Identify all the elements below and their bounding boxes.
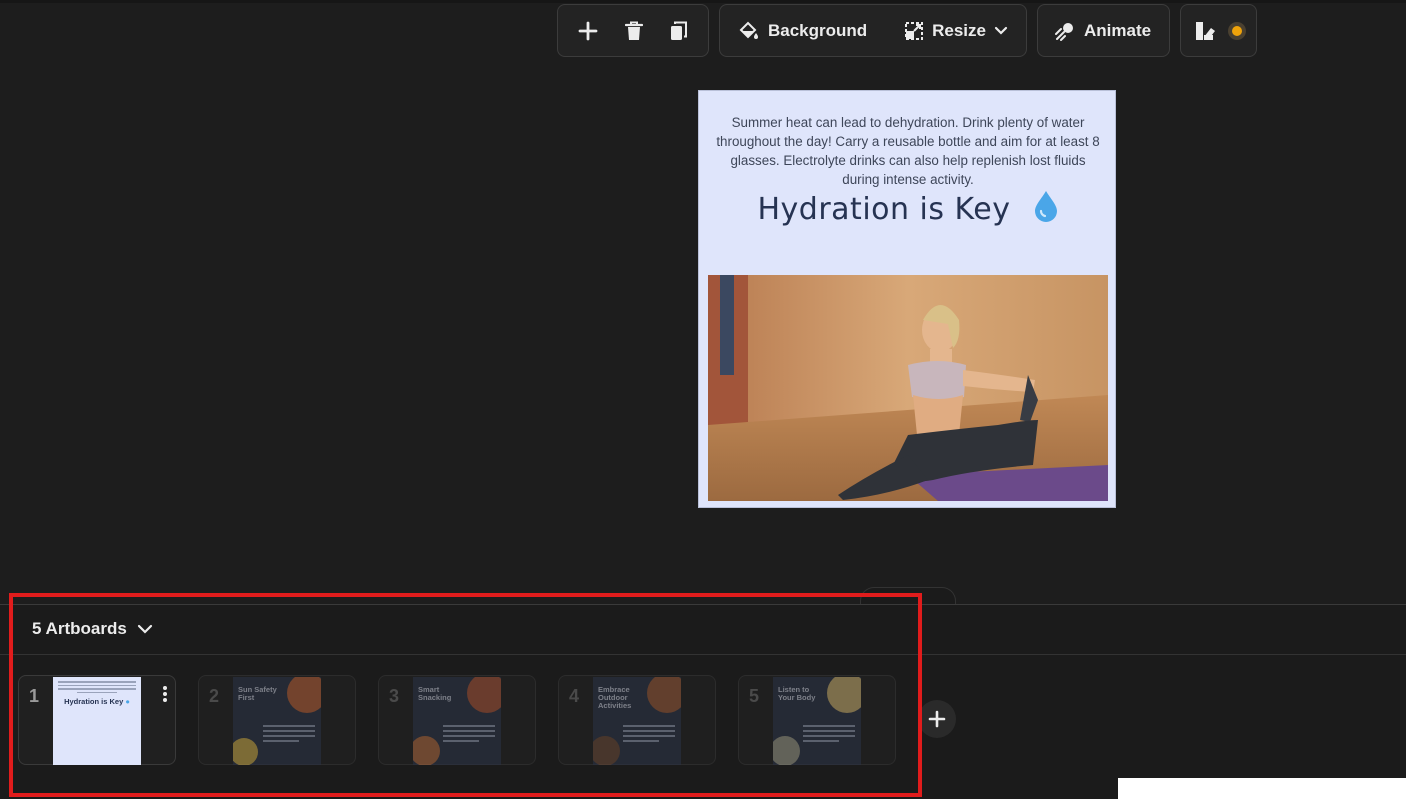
plus-icon	[928, 710, 946, 728]
preview-text-lines	[57, 681, 137, 695]
canvas-artboard[interactable]: Summer heat can lead to dehydration. Dri…	[698, 90, 1116, 508]
add-artboard-button[interactable]	[918, 700, 956, 738]
artboard-thumbnail-5[interactable]: 5 Listen to Your Body	[738, 675, 896, 765]
resize-label: Resize	[932, 20, 986, 40]
preview-title: Embrace Outdoor Activities	[598, 685, 632, 710]
artboard-preview: Embrace Outdoor Activities	[593, 677, 681, 765]
artboard-headline[interactable]: Hydration is Key	[699, 190, 1117, 230]
artboards-dropdown[interactable]: 5 Artboards	[32, 619, 153, 639]
more-options-icon[interactable]	[159, 684, 171, 704]
palette-swatch-icon	[1196, 21, 1215, 40]
artboards-count-label: 5 Artboards	[32, 619, 127, 638]
preview-title: Hydration is Key ●	[64, 697, 130, 706]
copy-icon	[671, 21, 688, 40]
artboard-number: 3	[389, 686, 400, 706]
resize-button[interactable]: Resize	[896, 5, 1016, 56]
artboards-panel: 5 Artboards 1 Hydration is Key ● 2 Sun S…	[0, 604, 1406, 799]
preview-title: Listen to Your Body	[778, 685, 816, 702]
duplicate-artboard-button[interactable]	[662, 5, 696, 56]
chevron-down-icon	[994, 26, 1008, 35]
design-actions-group: Background Resize	[719, 4, 1027, 57]
artboard-thumbnail-2[interactable]: 2 Sun Safety First	[198, 675, 356, 765]
preview-title: Smart Snacking	[418, 685, 452, 702]
trash-icon	[624, 21, 643, 40]
artboard-preview: Listen to Your Body	[773, 677, 861, 765]
animate-button[interactable]: Animate	[1046, 5, 1159, 56]
artboard-number: 4	[569, 686, 580, 706]
artboard-thumbnail-1[interactable]: 1 Hydration is Key ●	[18, 675, 176, 765]
background-label: Background	[768, 20, 868, 40]
droplet-icon	[1033, 190, 1059, 230]
panel-header: 5 Artboards	[0, 605, 1406, 655]
delete-artboard-button[interactable]	[617, 5, 651, 56]
background-button[interactable]: Background	[730, 5, 875, 56]
artboard-number: 1	[29, 686, 40, 706]
editor-workspace: Background Resize Animate Summer heat ca…	[0, 0, 1406, 799]
yoga-photo[interactable]	[708, 275, 1108, 501]
color-palette-button[interactable]	[1195, 5, 1247, 56]
paint-bucket-icon	[739, 21, 758, 39]
artboard-body-text[interactable]: Summer heat can lead to dehydration. Dri…	[711, 113, 1105, 189]
artboard-actions-group	[557, 4, 709, 57]
plus-icon	[578, 21, 598, 40]
artboard-preview: Sun Safety First	[233, 677, 321, 765]
preview-text-lines	[803, 725, 855, 745]
brand-colors-group	[1180, 4, 1257, 57]
artboard-preview: Hydration is Key ●	[53, 677, 141, 765]
status-dot-icon	[1228, 21, 1246, 40]
headline-text: Hydration is Key	[757, 192, 1011, 227]
artboard-thumbnail-4[interactable]: 4 Embrace Outdoor Activities	[558, 675, 716, 765]
artboard-thumbnail-3[interactable]: 3 Smart Snacking	[378, 675, 536, 765]
artboard-number: 5	[749, 686, 760, 706]
top-edge	[0, 0, 1406, 3]
animate-icon	[1055, 22, 1073, 41]
panel-edge	[1118, 778, 1406, 799]
animate-label: Animate	[1084, 20, 1152, 40]
preview-text-lines	[443, 725, 495, 745]
resize-icon	[905, 21, 924, 40]
artboard-preview: Smart Snacking	[413, 677, 501, 765]
artboard-number: 2	[209, 686, 220, 706]
chevron-down-icon	[137, 624, 152, 634]
preview-text-lines	[623, 725, 675, 745]
add-artboard-toolbar-button[interactable]	[570, 5, 606, 56]
preview-text-lines	[263, 725, 315, 745]
animate-group: Animate	[1037, 4, 1170, 57]
preview-title: Sun Safety First	[238, 685, 277, 702]
